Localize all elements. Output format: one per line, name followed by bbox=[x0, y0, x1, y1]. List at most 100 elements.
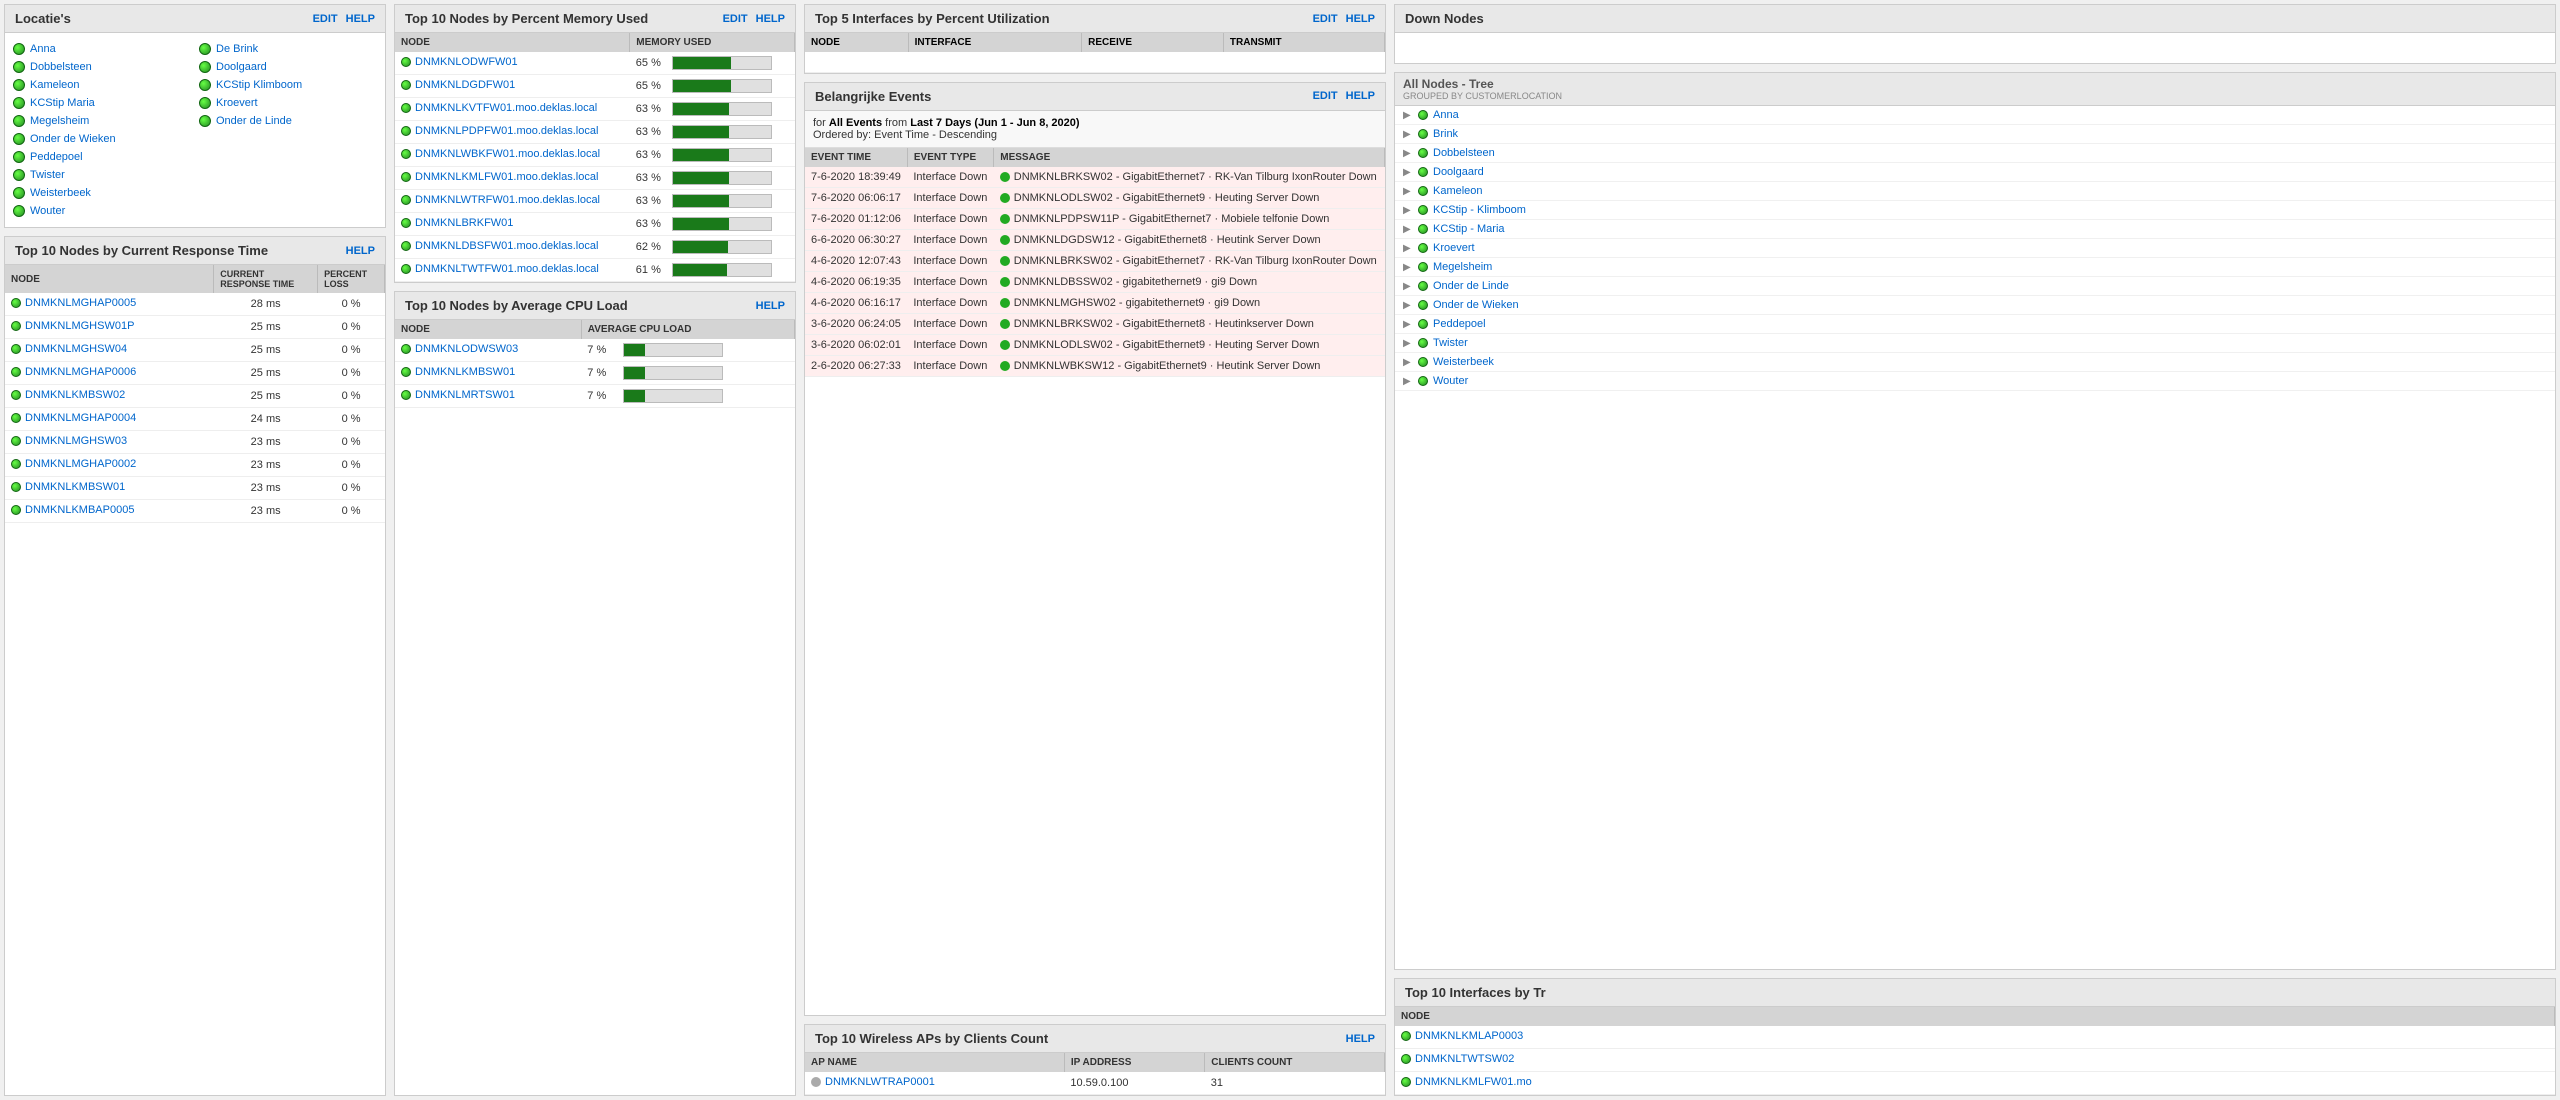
chevron-right-icon: ▶ bbox=[1403, 224, 1413, 235]
all-nodes-tree-panel: All Nodes - Tree GROUPED BY CUSTOMERLOCA… bbox=[1394, 72, 2556, 970]
tree-item[interactable]: ▶ KCStip - Maria bbox=[1395, 220, 2555, 239]
response-time-actions: HELP bbox=[346, 245, 375, 257]
node-link[interactable]: DNMKNLDGDFW01 bbox=[395, 75, 630, 98]
ap-col-name: AP NAME bbox=[805, 1053, 1064, 1072]
tree-item-label: Twister bbox=[1433, 337, 1468, 349]
memory-bar-cell: 65 % bbox=[630, 75, 795, 98]
list-item[interactable]: Weisterbeek bbox=[13, 185, 191, 201]
node-link[interactable]: DNMKNLDBSFW01.moo.deklas.local bbox=[395, 236, 630, 259]
node-link[interactable]: DNMKNLKMBSW02 bbox=[5, 385, 214, 408]
wireless-help[interactable]: HELP bbox=[1346, 1033, 1375, 1045]
tree-item[interactable]: ▶ Dobbelsteen bbox=[1395, 144, 2555, 163]
node-link[interactable]: DNMKNLWBKFW01.moo.deklas.local bbox=[395, 144, 630, 167]
table-row: 3-6-2020 06:02:01 Interface Down DNMKNLO… bbox=[805, 334, 1385, 355]
memory-bar-track bbox=[672, 240, 772, 254]
list-item[interactable]: Megelsheim bbox=[13, 113, 191, 129]
tree-item[interactable]: ▶ Twister bbox=[1395, 334, 2555, 353]
events-help[interactable]: HELP bbox=[1346, 90, 1375, 102]
locaties-help[interactable]: HELP bbox=[346, 13, 375, 25]
interfaces-title: Top 5 Interfaces by Percent Utilization bbox=[815, 11, 1050, 26]
node-link[interactable]: DNMKNLKMLAP0003 bbox=[1395, 1026, 2555, 1049]
node-link[interactable]: DNMKNLMGHSW01P bbox=[5, 316, 214, 339]
tree-item-label: KCStip - Maria bbox=[1433, 223, 1505, 235]
loss-value: 0 % bbox=[318, 293, 385, 316]
memory-bar-fill bbox=[673, 103, 729, 115]
response-time-content: NODE CURRENTRESPONSE TIME PERCENTLOSS DN… bbox=[5, 265, 385, 523]
node-link[interactable]: DNMKNLODWFW01 bbox=[395, 52, 630, 75]
event-message: DNMKNLODLSW02 - GigabitEthernet9 · Heuti… bbox=[994, 334, 1385, 355]
table-row: DNMKNLKVTFW01.moo.deklas.local 63 % bbox=[395, 98, 795, 121]
tree-item[interactable]: ▶ Doolgaard bbox=[1395, 163, 2555, 182]
list-item[interactable]: Doolgaard bbox=[199, 59, 377, 75]
list-item[interactable]: Kroevert bbox=[199, 95, 377, 111]
chevron-right-icon: ▶ bbox=[1403, 167, 1413, 178]
interfaces-edit[interactable]: EDIT bbox=[1313, 13, 1338, 25]
status-dot bbox=[1418, 148, 1428, 158]
tree-item[interactable]: ▶ Anna bbox=[1395, 106, 2555, 125]
node-link[interactable]: DNMKNLKMBSW01 bbox=[395, 362, 581, 385]
tree-item[interactable]: ▶ Megelsheim bbox=[1395, 258, 2555, 277]
tree-item[interactable]: ▶ Wouter bbox=[1395, 372, 2555, 391]
list-item[interactable]: Dobbelsteen bbox=[13, 59, 191, 75]
list-item[interactable]: Twister bbox=[13, 167, 191, 183]
memory-help[interactable]: HELP bbox=[756, 13, 785, 25]
tree-item[interactable]: ▶ Onder de Linde bbox=[1395, 277, 2555, 296]
tree-item[interactable]: ▶ KCStip - Klimboom bbox=[1395, 201, 2555, 220]
node-link[interactable]: DNMKNLMGHAP0005 bbox=[5, 293, 214, 316]
list-item[interactable]: Peddepoel bbox=[13, 149, 191, 165]
node-link[interactable]: DNMKNLODWSW03 bbox=[395, 339, 581, 362]
table-row: DNMKNLMGHSW04 25 ms 0 % bbox=[5, 339, 385, 362]
cpu-help[interactable]: HELP bbox=[756, 300, 785, 312]
status-dot bbox=[401, 344, 411, 354]
node-link[interactable]: DNMKNLPDPFW01.moo.deklas.local bbox=[395, 121, 630, 144]
interfaces-help[interactable]: HELP bbox=[1346, 13, 1375, 25]
node-link[interactable]: DNMKNLMGHAP0006 bbox=[5, 362, 214, 385]
node-link[interactable]: DNMKNLKVTFW01.moo.deklas.local bbox=[395, 98, 630, 121]
tree-item[interactable]: ▶ Kroevert bbox=[1395, 239, 2555, 258]
list-item[interactable]: KCStip Klimboom bbox=[199, 77, 377, 93]
chevron-right-icon: ▶ bbox=[1403, 281, 1413, 292]
node-link[interactable]: DNMKNLKMLFW01.moo.deklas.local bbox=[395, 167, 630, 190]
cpu-bar-cell: 7 % bbox=[581, 339, 794, 362]
events-edit[interactable]: EDIT bbox=[1313, 90, 1338, 102]
node-link[interactable]: DNMKNLKMBAP0005 bbox=[5, 500, 214, 523]
node-link[interactable]: DNMKNLTWTFW01.moo.deklas.local bbox=[395, 259, 630, 282]
tree-item-label: Brink bbox=[1433, 128, 1458, 140]
table-row: DNMKNLKMBSW01 7 % bbox=[395, 362, 795, 385]
node-link[interactable]: DNMKNLBRKFW01 bbox=[395, 213, 630, 236]
list-item[interactable]: De Brink bbox=[199, 41, 377, 57]
list-item[interactable]: Anna bbox=[13, 41, 191, 57]
node-link[interactable]: DNMKNLWTRFW01.moo.deklas.local bbox=[395, 190, 630, 213]
node-link[interactable]: DNMKNLKMBSW01 bbox=[5, 477, 214, 500]
table-row: DNMKNLKMBSW02 25 ms 0 % bbox=[5, 385, 385, 408]
tree-item[interactable]: ▶ Onder de Wieken bbox=[1395, 296, 2555, 315]
locaties-edit[interactable]: EDIT bbox=[313, 13, 338, 25]
memory-pct: 63 % bbox=[636, 126, 666, 138]
node-link[interactable]: DNMKNLMRTSW01 bbox=[395, 385, 581, 408]
list-item[interactable]: KCStip Maria bbox=[13, 95, 191, 111]
list-item[interactable]: Kameleon bbox=[13, 77, 191, 93]
cpu-pct: 7 % bbox=[587, 390, 617, 402]
list-item[interactable]: Onder de Linde bbox=[199, 113, 377, 129]
node-link[interactable]: DNMKNLKMLFW01.mo bbox=[1395, 1072, 2555, 1095]
response-time-help[interactable]: HELP bbox=[346, 245, 375, 257]
table-row: 7-6-2020 06:06:17 Interface Down DNMKNLO… bbox=[805, 187, 1385, 208]
node-link[interactable]: DNMKNLMGHSW03 bbox=[5, 431, 214, 454]
tree-item[interactable]: ▶ Weisterbeek bbox=[1395, 353, 2555, 372]
event-message: DNMKNLBRKSW02 - GigabitEthernet7 · RK-Va… bbox=[994, 167, 1385, 188]
mem-col-node: NODE bbox=[395, 33, 630, 52]
tree-item[interactable]: ▶ Peddepoel bbox=[1395, 315, 2555, 334]
ap-col-ip: IP ADDRESS bbox=[1064, 1053, 1204, 1072]
list-item[interactable]: Wouter bbox=[13, 203, 191, 219]
node-link[interactable]: DNMKNLMGHSW04 bbox=[5, 339, 214, 362]
ap-name[interactable]: DNMKNLWTRAP0001 bbox=[805, 1072, 1064, 1095]
list-item[interactable]: Onder de Wieken bbox=[13, 131, 191, 147]
node-link[interactable]: DNMKNLMGHAP0002 bbox=[5, 454, 214, 477]
tree-item[interactable]: ▶ Kameleon bbox=[1395, 182, 2555, 201]
node-link[interactable]: DNMKNLTWTSW02 bbox=[1395, 1049, 2555, 1072]
bottom-interfaces-header: Top 10 Interfaces by Tr bbox=[1395, 979, 2555, 1007]
status-dot bbox=[13, 169, 25, 181]
memory-edit[interactable]: EDIT bbox=[723, 13, 748, 25]
tree-item[interactable]: ▶ Brink bbox=[1395, 125, 2555, 144]
node-link[interactable]: DNMKNLMGHAP0004 bbox=[5, 408, 214, 431]
